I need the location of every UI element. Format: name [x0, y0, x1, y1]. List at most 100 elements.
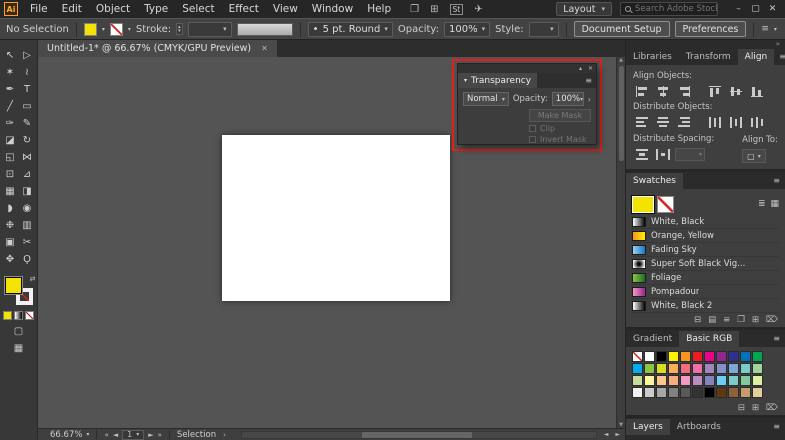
color-swatch[interactable] — [752, 351, 763, 362]
color-swatch[interactable] — [728, 351, 739, 362]
arrange-documents-icon[interactable]: ❐ — [410, 4, 419, 15]
mesh-tool[interactable]: ▦ — [2, 183, 19, 200]
swatch-kinds-icon[interactable]: ▤ — [708, 315, 716, 325]
share-icon[interactable]: ✈ — [474, 4, 482, 15]
maximize-button[interactable]: ▢ — [747, 0, 764, 18]
color-swatch[interactable] — [680, 387, 691, 398]
magic-wand-tool[interactable]: ✶ — [2, 64, 19, 81]
app-grid-icon[interactable]: ⊞ — [430, 4, 438, 15]
pen-tool[interactable]: ✒ — [2, 81, 19, 98]
close-panel-icon[interactable]: ✕ — [588, 65, 593, 72]
transparency-tab[interactable]: ▾ Transparency — [458, 73, 538, 88]
rectangle-tool[interactable]: ▭ — [19, 98, 36, 115]
distribute-left-icon[interactable] — [706, 115, 724, 129]
color-swatch[interactable] — [692, 351, 703, 362]
menu-item-edit[interactable]: Edit — [55, 0, 89, 18]
color-swatch[interactable] — [716, 375, 727, 386]
menu-item-type[interactable]: Type — [137, 0, 175, 18]
zoom-tool[interactable]: Ϙ — [19, 251, 36, 268]
color-swatch[interactable] — [752, 387, 763, 398]
panel-menu-icon[interactable]: ≡ — [768, 422, 785, 431]
color-swatch[interactable] — [680, 363, 691, 374]
align-hcenter-icon[interactable] — [654, 84, 672, 98]
horizontal-scrollbar[interactable] — [240, 430, 597, 439]
color-swatch[interactable] — [692, 375, 703, 386]
line-segment-tool[interactable]: ╱ — [2, 98, 19, 115]
stock-icon[interactable]: St — [449, 3, 464, 15]
artboard-number-dropdown[interactable]: 1 ▾ — [122, 429, 145, 440]
none-swatch[interactable] — [657, 195, 674, 213]
chevron-down-icon[interactable]: ▾ — [128, 26, 131, 33]
distribute-vcenter-icon[interactable] — [654, 115, 672, 129]
menu-item-file[interactable]: File — [23, 0, 55, 18]
column-graph-tool[interactable]: ▥ — [19, 217, 36, 234]
align-to-dropdown[interactable]: ▢ ▾ — [742, 149, 766, 163]
swatch-libraries-icon[interactable]: ⊟ — [694, 315, 701, 325]
paintbrush-tool[interactable]: ✑ — [2, 115, 19, 132]
color-swatch[interactable] — [632, 387, 643, 398]
clip-checkbox[interactable]: Clip — [529, 124, 555, 133]
tab-swatches[interactable]: Swatches — [626, 173, 683, 189]
distribute-bottom-icon[interactable] — [675, 115, 693, 129]
fill-proxy-swatch[interactable] — [3, 276, 23, 295]
color-swatch[interactable] — [668, 387, 679, 398]
color-swatch[interactable] — [692, 363, 703, 374]
color-swatch[interactable] — [668, 375, 679, 386]
color-swatch[interactable] — [680, 375, 691, 386]
color-swatch[interactable] — [668, 363, 679, 374]
swatch-list-item[interactable]: Fading Sky — [632, 243, 779, 257]
document-setup-button[interactable]: Document Setup — [573, 21, 670, 37]
artboard-tool[interactable]: ▣ — [2, 234, 19, 251]
distribute-top-icon[interactable] — [633, 115, 651, 129]
vertical-scrollbar[interactable]: ▲ ▼ — [616, 57, 625, 428]
swatch-list-item[interactable]: White, Black 2 — [632, 299, 779, 313]
stroke-color-swatch[interactable] — [109, 22, 123, 36]
tp-opacity-dropdown[interactable]: 100% ▾ — [551, 92, 584, 106]
next-artboard-icon[interactable]: ► — [148, 431, 153, 439]
spacing-vertical-icon[interactable] — [633, 147, 651, 161]
color-swatch[interactable] — [704, 387, 715, 398]
eraser-tool[interactable]: ◪ — [2, 132, 19, 149]
selection-tool[interactable]: ↖ — [2, 47, 19, 64]
new-swatch-icon[interactable]: ⊞ — [752, 315, 759, 325]
new-swatch-icon[interactable]: ⊞ — [752, 403, 759, 413]
slice-tool[interactable]: ✂ — [19, 234, 36, 251]
collapse-panel-icon[interactable]: ▴ — [579, 65, 582, 72]
width-profile-dropdown[interactable] — [236, 22, 293, 36]
symbol-sprayer-tool[interactable]: ❉ — [2, 217, 19, 234]
collapse-dock-icon[interactable]: » — [776, 40, 780, 48]
tab-transform[interactable]: Transform — [679, 49, 738, 65]
hand-tool[interactable]: ✥ — [2, 251, 19, 268]
color-swatch[interactable] — [704, 351, 715, 362]
selected-swatch[interactable] — [631, 194, 655, 214]
color-swatch[interactable] — [644, 375, 655, 386]
new-color-group-icon[interactable]: ❐ — [737, 315, 745, 325]
none-color-swatch[interactable] — [632, 351, 643, 362]
perspective-grid-tool[interactable]: ⊿ — [19, 166, 36, 183]
spacing-value-dropdown[interactable]: ▾ — [675, 147, 705, 161]
color-swatch[interactable] — [740, 351, 751, 362]
last-artboard-icon[interactable]: » — [158, 431, 162, 439]
swatch-libraries-icon[interactable]: ⊟ — [738, 403, 745, 413]
zoom-dropdown[interactable]: 66.67% ▾ — [50, 430, 89, 440]
color-swatch[interactable] — [716, 363, 727, 374]
vertical-scroll-thumb[interactable] — [618, 66, 624, 161]
chevron-down-icon[interactable]: ▾ — [102, 26, 105, 33]
menu-item-effect[interactable]: Effect — [222, 0, 266, 18]
color-swatch[interactable] — [632, 363, 643, 374]
panel-menu-icon[interactable]: ≡ — [581, 76, 596, 85]
color-swatch[interactable] — [668, 351, 679, 362]
gradient-button[interactable] — [14, 311, 23, 320]
align-left-icon[interactable] — [633, 84, 651, 98]
align-top-icon[interactable] — [706, 84, 724, 98]
search-input[interactable] — [635, 4, 717, 14]
spacing-horizontal-icon[interactable] — [654, 147, 672, 161]
shape-builder-tool[interactable]: ⊡ — [2, 166, 19, 183]
chevron-down-icon[interactable]: ▾ — [774, 26, 777, 33]
stock-search[interactable] — [620, 2, 718, 16]
swap-fill-stroke-icon[interactable]: ⇄ — [30, 275, 36, 283]
color-swatch[interactable] — [656, 387, 667, 398]
workspace-switcher[interactable]: Layout ▾ — [556, 2, 612, 16]
type-tool[interactable]: T — [19, 81, 36, 98]
color-swatch[interactable] — [656, 363, 667, 374]
